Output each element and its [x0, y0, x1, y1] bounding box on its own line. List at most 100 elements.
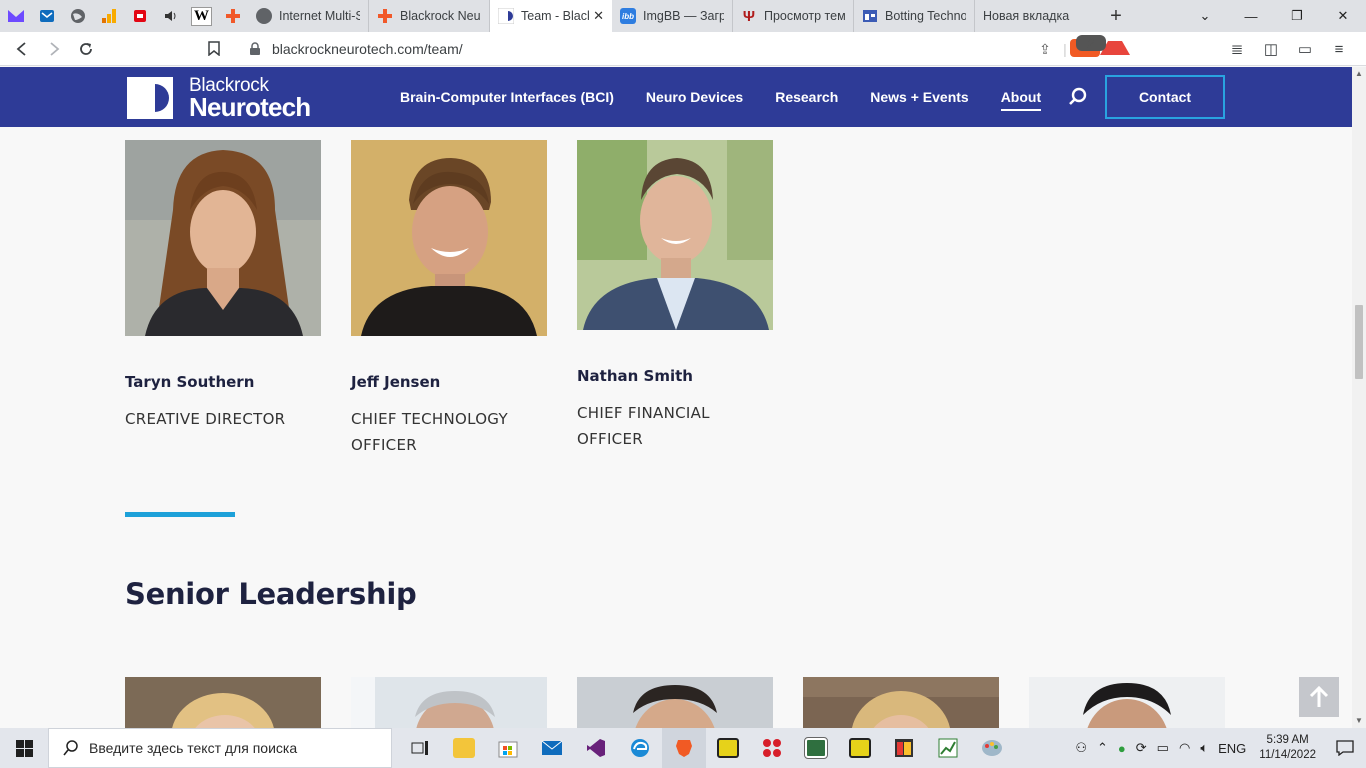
portrait-image: [125, 140, 321, 336]
nav-item-bci[interactable]: Brain-Computer Interfaces (BCI): [400, 89, 614, 105]
nav-item-news-events[interactable]: News + Events: [870, 89, 968, 105]
mail-icon: [541, 740, 563, 755]
tab-title: Internet Multi-S: [279, 9, 360, 23]
portrait-image: [125, 677, 321, 728]
divider: |: [1063, 41, 1067, 57]
nav-item-about[interactable]: About: [1000, 89, 1042, 111]
team-member-card[interactable]: Nathan Smith CHIEF FINANCIAL OFFICER: [577, 140, 773, 452]
forward-button[interactable]: [38, 33, 70, 65]
team-member-card[interactable]: Taryn Southern CREATIVE DIRECTOR: [125, 140, 321, 432]
leader-photo[interactable]: [577, 677, 773, 728]
pinned-tab-analytics[interactable]: [93, 0, 124, 32]
globe-icon: [256, 8, 272, 24]
logo-line2: Neurotech: [189, 91, 311, 122]
playlist-icon[interactable]: ≣: [1220, 40, 1254, 58]
scroll-down-icon[interactable]: ▼: [1352, 714, 1366, 728]
tab-search-chevron-icon[interactable]: ⌄: [1182, 0, 1228, 32]
restore-icon[interactable]: ❐: [1274, 0, 1320, 32]
close-tab-icon[interactable]: ✕: [593, 8, 604, 24]
pinned-tab-mail[interactable]: [31, 0, 62, 32]
minimize-icon[interactable]: —: [1228, 0, 1274, 32]
wikipedia-icon: W: [191, 6, 212, 26]
team-member-photo: [577, 140, 773, 330]
tab-botting[interactable]: Botting Technol: [854, 0, 975, 32]
taskbar-app-mail[interactable]: [530, 728, 574, 768]
window-controls: ⌄ — ❐ ✕: [1182, 0, 1366, 32]
taskbar-app-edge[interactable]: [618, 728, 662, 768]
wallet-icon[interactable]: ▭: [1288, 40, 1322, 58]
pinned-tab-audio[interactable]: [155, 0, 186, 32]
page-scrollbar[interactable]: ▲ ▼: [1352, 67, 1366, 728]
people-icon[interactable]: ⚇: [1075, 740, 1087, 756]
reload-button[interactable]: [70, 33, 102, 65]
portrait-image: [803, 677, 999, 728]
language-indicator[interactable]: ENG: [1218, 741, 1246, 756]
sync-icon[interactable]: ⟳: [1136, 740, 1147, 756]
show-hidden-icons-chevron-icon[interactable]: ⌃: [1097, 740, 1108, 756]
tab-new-tab[interactable]: Новая вкладка: [975, 0, 1096, 32]
taskbar-app-brave[interactable]: [662, 728, 706, 768]
pinned-tab-globe[interactable]: [62, 0, 93, 32]
taskbar-app-chart[interactable]: [926, 728, 970, 768]
url-text: blackrockneurotech.com/team/: [272, 41, 463, 57]
wifi-icon[interactable]: ◠: [1179, 740, 1190, 756]
task-view-button[interactable]: [398, 728, 442, 768]
paint-palette-icon: [982, 740, 1002, 756]
back-button[interactable]: [6, 33, 38, 65]
browser-tab-strip: W Internet Multi-S Blackrock Neuro Team …: [0, 0, 1366, 32]
address-bar[interactable]: blackrockneurotech.com/team/ ⇪ | 2: [236, 34, 1130, 63]
tab-imgbb[interactable]: ibb ImgBB — Загру: [612, 0, 733, 32]
brave-lion-icon: [676, 740, 692, 757]
battery-icon[interactable]: ▭: [1157, 740, 1169, 756]
taskbar-app-paint[interactable]: [970, 728, 1014, 768]
taskbar-app-dots[interactable]: [750, 728, 794, 768]
tab-internet-multi[interactable]: Internet Multi-S: [248, 0, 369, 32]
taskbar-app-visual-studio[interactable]: [574, 728, 618, 768]
taskbar-apps: [398, 728, 1014, 768]
leader-photo[interactable]: [1029, 677, 1225, 728]
scrollbar-thumb[interactable]: [1355, 305, 1363, 379]
security-check-icon[interactable]: ●: [1118, 741, 1126, 756]
leader-photo[interactable]: [803, 677, 999, 728]
taskbar-app-yellow-1[interactable]: [706, 728, 750, 768]
team-member-card[interactable]: Jeff Jensen CHIEF TECHNOLOGY OFFICER: [351, 140, 547, 458]
taskbar-app-store[interactable]: [486, 728, 530, 768]
share-icon[interactable]: ⇪: [1030, 41, 1060, 58]
nav-item-research[interactable]: Research: [775, 89, 838, 105]
back-to-top-button[interactable]: [1299, 677, 1339, 717]
taskbar-search-box[interactable]: Введите здесь текст для поиска: [48, 728, 392, 768]
close-window-icon[interactable]: ✕: [1320, 0, 1366, 32]
new-tab-button[interactable]: +: [1096, 5, 1136, 28]
start-button[interactable]: [0, 728, 48, 768]
menu-icon[interactable]: ≡: [1322, 41, 1356, 58]
scroll-up-icon[interactable]: ▲: [1352, 67, 1366, 81]
system-tray: ⚇ ⌃ ● ⟳ ▭ ◠ 🔈︎ ENG 5:39 AM 11/14/2022: [1070, 728, 1366, 768]
tab-blackrock-neuro[interactable]: Blackrock Neuro: [369, 0, 490, 32]
tab-prosmotr[interactable]: Ψ Просмотр тема: [733, 0, 854, 32]
notification-center-button[interactable]: [1324, 728, 1366, 768]
pinned-tab-bank[interactable]: [124, 0, 155, 32]
pinned-tab-wikipedia[interactable]: W: [186, 0, 217, 32]
taskbar-app-explorer[interactable]: [442, 728, 486, 768]
pinned-tab-proton-mail[interactable]: [0, 0, 31, 32]
main-nav: Brain-Computer Interfaces (BCI) Neuro De…: [400, 67, 1073, 127]
sidebar-icon[interactable]: ◫: [1254, 40, 1288, 58]
brave-shields-button[interactable]: 2: [1070, 34, 1106, 60]
tab-team-blackrock[interactable]: Team - Black ✕: [490, 0, 612, 32]
taskbar-app-yellow-2[interactable]: [838, 728, 882, 768]
taskbar-app-colors[interactable]: [882, 728, 926, 768]
taskbar-clock[interactable]: 5:39 AM 11/14/2022: [1259, 733, 1316, 763]
search-icon: [63, 740, 78, 756]
leader-photo[interactable]: [351, 677, 547, 728]
search-icon[interactable]: [1068, 87, 1088, 107]
bookmark-button[interactable]: [198, 33, 230, 65]
blackrock-logo[interactable]: Blackrock Neurotech: [127, 76, 311, 122]
contact-button[interactable]: Contact: [1105, 75, 1225, 119]
forward-arrow-icon: [50, 41, 60, 56]
pinned-tab-plus[interactable]: [217, 0, 248, 32]
nav-item-neuro-devices[interactable]: Neuro Devices: [646, 89, 743, 105]
tab-title: ImgBB — Загру: [643, 9, 724, 23]
taskbar-app-window[interactable]: [794, 728, 838, 768]
volume-icon[interactable]: 🔈︎: [1200, 740, 1208, 756]
leader-photo[interactable]: [125, 677, 321, 728]
